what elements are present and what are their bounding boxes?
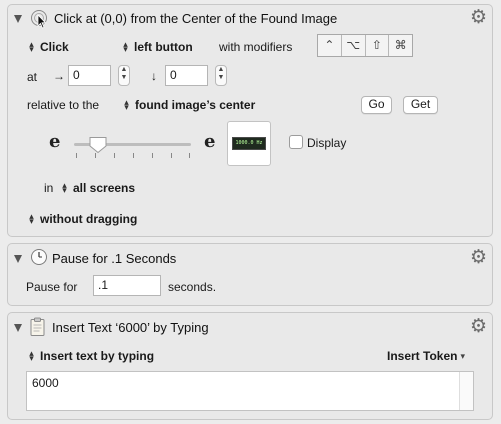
action-title: Insert Text ‘6000’ by Typing xyxy=(52,320,209,335)
go-button[interactable]: Go xyxy=(361,96,392,114)
image-well[interactable]: 1000.0 Hz xyxy=(227,121,271,166)
gear-icon[interactable]: ⚙ xyxy=(470,317,487,336)
display-checkbox[interactable] xyxy=(289,135,303,149)
fuzz-max-label: e xyxy=(204,131,216,152)
disclosure-triangle[interactable] xyxy=(14,255,22,263)
click-type-popup[interactable]: ▴ ▾ Click xyxy=(27,39,68,55)
y-offset-field[interactable]: 0 xyxy=(165,65,208,86)
disclosure-triangle[interactable] xyxy=(14,324,22,332)
updown-icon: ▴ ▾ xyxy=(124,97,129,112)
control-modifier[interactable]: ⌃ xyxy=(318,35,342,56)
disclosure-triangle[interactable] xyxy=(14,15,22,23)
drag-popup[interactable]: ▴ ▾ without dragging xyxy=(27,211,137,227)
pause-for-label: Pause for xyxy=(26,280,78,294)
insert-text-action: Insert Text ‘6000’ by Typing ⚙ ▴ ▾ Insert… xyxy=(7,312,493,420)
action-title: Pause for .1 Seconds xyxy=(52,251,177,266)
with-modifiers-label: with modifiers xyxy=(219,40,293,54)
y-offset-stepper[interactable]: ▲ ▼ xyxy=(215,65,227,86)
action-title: Click at (0,0) from the Center of the Fo… xyxy=(54,11,338,26)
updown-icon: ▴ ▾ xyxy=(123,39,128,54)
fuzz-min-label: e xyxy=(49,131,61,152)
relative-popup[interactable]: ▴ ▾ found image’s center xyxy=(122,97,255,113)
modifier-keys: ⌃ ⌥ ⇧ ⌘ xyxy=(317,34,413,57)
pause-duration-field[interactable]: .1 xyxy=(93,275,161,296)
gear-icon[interactable]: ⚙ xyxy=(470,248,487,267)
text-area-scrollbar[interactable] xyxy=(459,372,473,410)
mouse-click-icon xyxy=(31,10,47,29)
x-offset-field[interactable]: 0 xyxy=(68,65,111,86)
pause-action: Pause for .1 Seconds ⚙ Pause for .1 seco… xyxy=(7,243,493,306)
updown-icon: ▴ ▾ xyxy=(62,180,67,195)
clipboard-icon xyxy=(30,317,45,336)
seconds-label: seconds. xyxy=(168,280,217,294)
updown-icon: ▴ ▾ xyxy=(29,348,34,363)
display-label: Display xyxy=(307,136,347,150)
shift-modifier[interactable]: ⇧ xyxy=(366,35,390,56)
insert-mode-popup[interactable]: ▴ ▾ Insert text by typing xyxy=(27,348,154,364)
command-modifier[interactable]: ⌘ xyxy=(389,35,412,56)
in-label: in xyxy=(44,181,54,195)
screens-popup[interactable]: ▴ ▾ all screens xyxy=(60,180,135,196)
fuzz-slider-thumb[interactable] xyxy=(88,136,108,154)
chevron-down-icon: ▾ xyxy=(460,350,465,361)
click-action: Click at (0,0) from the Center of the Fo… xyxy=(7,4,493,237)
at-label: at xyxy=(27,70,38,84)
found-image-preview: 1000.0 Hz xyxy=(232,137,266,150)
relative-label: relative to the xyxy=(27,98,100,112)
mouse-button-popup[interactable]: ▴ ▾ left button xyxy=(121,39,192,55)
updown-icon: ▴ ▾ xyxy=(29,39,34,54)
option-modifier[interactable]: ⌥ xyxy=(342,35,366,56)
gear-icon[interactable]: ⚙ xyxy=(470,8,487,27)
down-arrow-icon: ↓ xyxy=(151,69,157,83)
text-area[interactable]: 6000 xyxy=(26,371,474,411)
get-button[interactable]: Get xyxy=(403,96,438,114)
insert-token-popup[interactable]: Insert Token ▾ xyxy=(387,349,465,363)
x-offset-stepper[interactable]: ▲ ▼ xyxy=(118,65,130,86)
right-arrow-icon: → xyxy=(53,69,65,83)
updown-icon: ▴ ▾ xyxy=(29,211,34,226)
text-content: 6000 xyxy=(32,376,59,390)
clock-icon xyxy=(31,249,47,265)
